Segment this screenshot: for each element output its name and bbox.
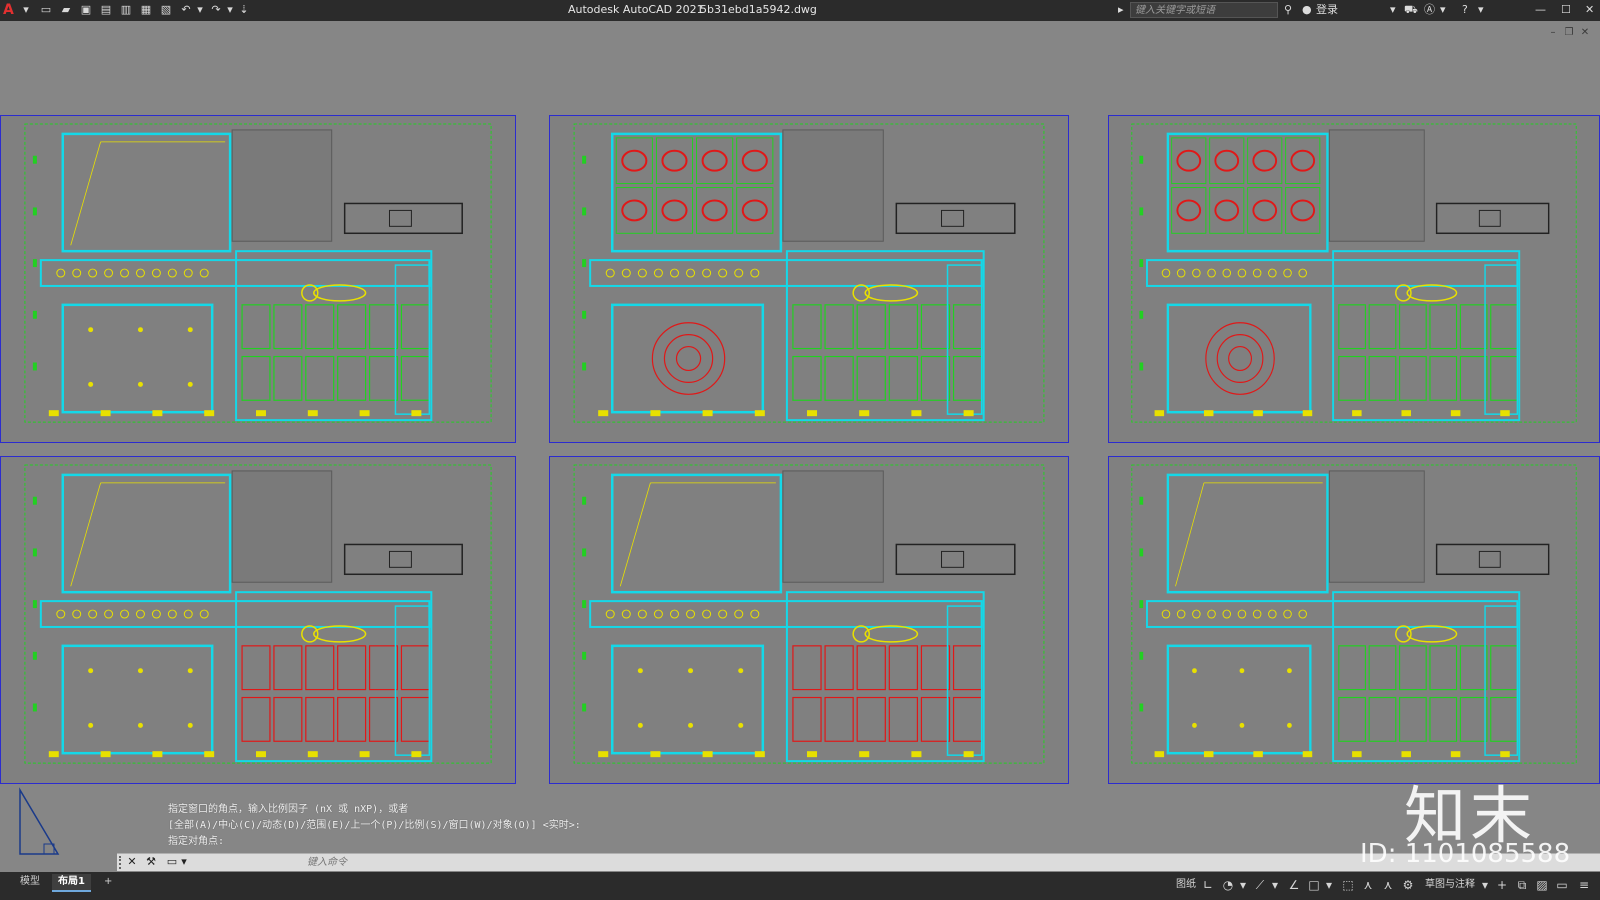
chevron-down-icon[interactable]: ▾ xyxy=(1238,877,1248,893)
floor-plan-drawing xyxy=(550,457,1068,783)
tab-model[interactable]: 模型 xyxy=(14,874,46,890)
isometric-icon[interactable]: ⟋ xyxy=(1252,877,1268,893)
watermark-id: ID: 1101085588 xyxy=(1360,839,1571,869)
floor-plan-drawing xyxy=(1,116,515,442)
chevron-down-icon[interactable]: ▾ xyxy=(1270,877,1280,893)
chevron-down-icon[interactable]: ▾ xyxy=(19,3,33,17)
chevron-right-icon[interactable]: ▸ xyxy=(1118,2,1124,18)
command-input[interactable] xyxy=(307,855,1407,869)
command-history-line: [全部(A)/中心(C)/动态(D)/范围(E)/上一个(P)/比例(S)/窗口… xyxy=(168,820,581,831)
search-input[interactable]: 键入关键字或短语 xyxy=(1130,2,1278,18)
new-icon[interactable]: ▭ xyxy=(39,3,53,17)
tab-layout1[interactable]: 布局1 xyxy=(52,874,91,892)
chevron-down-icon[interactable]: ▾ xyxy=(193,3,207,17)
search-icon[interactable]: ⚲ xyxy=(1284,2,1292,18)
command-history: 指定窗口的角点，输入比例因子 (nX 或 nXP)，或者 [全部(A)/中心(C… xyxy=(168,802,581,850)
layout-viewport-6[interactable] xyxy=(1108,456,1600,784)
close-icon[interactable]: ✕ xyxy=(125,855,139,869)
customization-menu-icon[interactable]: ≡ xyxy=(1576,877,1592,893)
chevron-down-icon[interactable]: ▾ xyxy=(177,855,191,869)
undo-icon[interactable]: ↶ xyxy=(179,3,193,17)
plus-icon[interactable]: + xyxy=(1494,877,1510,893)
paper-space-toggle[interactable]: 图纸 xyxy=(1174,877,1198,893)
app-title: Autodesk AutoCAD 2021 xyxy=(568,3,704,16)
app-menu-icon[interactable]: A xyxy=(3,2,19,18)
annotation-visibility-icon[interactable]: ⋏ xyxy=(1360,877,1376,893)
close-icon[interactable]: ✕ xyxy=(1585,2,1594,18)
doc-restore-icon[interactable]: ❐ xyxy=(1563,27,1575,39)
status-bar: 模型 布局1 + 图纸 ∟ ◔ ▾ ⟋ ▾ ∠ □ ▾ ⬚ ⋏ ⋏ ⚙ 草图与注… xyxy=(0,872,1600,900)
layout-viewport-1[interactable] xyxy=(0,115,516,443)
chevron-down-icon[interactable]: ▾ xyxy=(1478,2,1484,18)
floor-plan-drawing xyxy=(550,116,1068,442)
layout-viewport-3[interactable] xyxy=(1108,115,1600,443)
layout-viewport-2[interactable] xyxy=(549,115,1069,443)
help-icon[interactable]: ? xyxy=(1462,2,1468,18)
object-snap-icon[interactable]: □ xyxy=(1306,877,1322,893)
document-title: 5b31ebd1a5942.dwg xyxy=(700,3,817,16)
chevron-down-icon[interactable]: ▾ xyxy=(1440,2,1446,18)
floor-plan-drawing xyxy=(1,457,515,783)
layout-viewport-4[interactable] xyxy=(0,456,516,784)
chevron-down-icon[interactable]: ▾ xyxy=(223,3,237,17)
selection-cycling-icon[interactable]: ⬚ xyxy=(1340,877,1356,893)
ortho-icon[interactable]: ∟ xyxy=(1200,877,1216,893)
floor-plan-drawing xyxy=(1109,457,1599,783)
floor-plan-drawing xyxy=(1109,116,1599,442)
minimize-icon[interactable]: — xyxy=(1535,2,1546,18)
command-history-line: 指定窗口的角点，输入比例因子 (nX 或 nXP)，或者 xyxy=(168,804,409,815)
title-bar: A ▾ ▭ ▰ ▣ ▤ ▥ ▦ ▧ ↶ ▾ ↷ ▾ ⇣ Autodesk Aut… xyxy=(0,0,1600,21)
chevron-down-icon[interactable]: ▾ xyxy=(1390,2,1396,18)
object-snap-tracking-icon[interactable]: ∠ xyxy=(1286,877,1302,893)
isolate-objects-icon[interactable]: ⧉ xyxy=(1514,877,1530,893)
user-icon[interactable]: ● xyxy=(1302,2,1312,18)
publish-icon[interactable]: ▥ xyxy=(119,3,133,17)
layout-viewport-5[interactable] xyxy=(549,456,1069,784)
plot-icon[interactable]: ▦ xyxy=(139,3,153,17)
clean-screen-icon[interactable]: ▭ xyxy=(1554,877,1570,893)
save-as-icon[interactable]: ▤ xyxy=(99,3,113,17)
print-icon[interactable]: ▧ xyxy=(159,3,173,17)
redo-icon[interactable]: ↷ xyxy=(209,3,223,17)
chevron-down-icon[interactable]: ▾ xyxy=(1324,877,1334,893)
open-icon[interactable]: ▰ xyxy=(59,3,73,17)
customize-icon[interactable]: ⇣ xyxy=(237,3,251,17)
doc-minimize-icon[interactable]: – xyxy=(1547,27,1559,39)
gear-icon[interactable]: ⚙ xyxy=(1400,877,1416,893)
ucs-icon xyxy=(19,787,60,855)
save-icon[interactable]: ▣ xyxy=(79,3,93,17)
workspace-switch[interactable]: 草图与注释 xyxy=(1418,877,1482,893)
doc-close-icon[interactable]: ✕ xyxy=(1579,27,1591,39)
chevron-down-icon[interactable]: ▾ xyxy=(1480,877,1490,893)
command-history-line: 指定对角点: xyxy=(168,836,225,847)
add-layout-tab-button[interactable]: + xyxy=(98,874,118,890)
login-button[interactable]: 登录 xyxy=(1316,2,1338,18)
maximize-icon[interactable]: ☐ xyxy=(1561,2,1571,18)
polar-tracking-icon[interactable]: ◔ xyxy=(1220,877,1236,893)
auto-scale-icon[interactable]: ⋏ xyxy=(1380,877,1396,893)
hardware-acceleration-icon[interactable]: ▨ xyxy=(1534,877,1550,893)
autodesk-a360-icon[interactable]: Ⓐ xyxy=(1424,2,1435,18)
wrench-icon[interactable]: ⚒ xyxy=(144,855,158,869)
cart-icon[interactable]: ⛟ xyxy=(1404,2,1418,18)
